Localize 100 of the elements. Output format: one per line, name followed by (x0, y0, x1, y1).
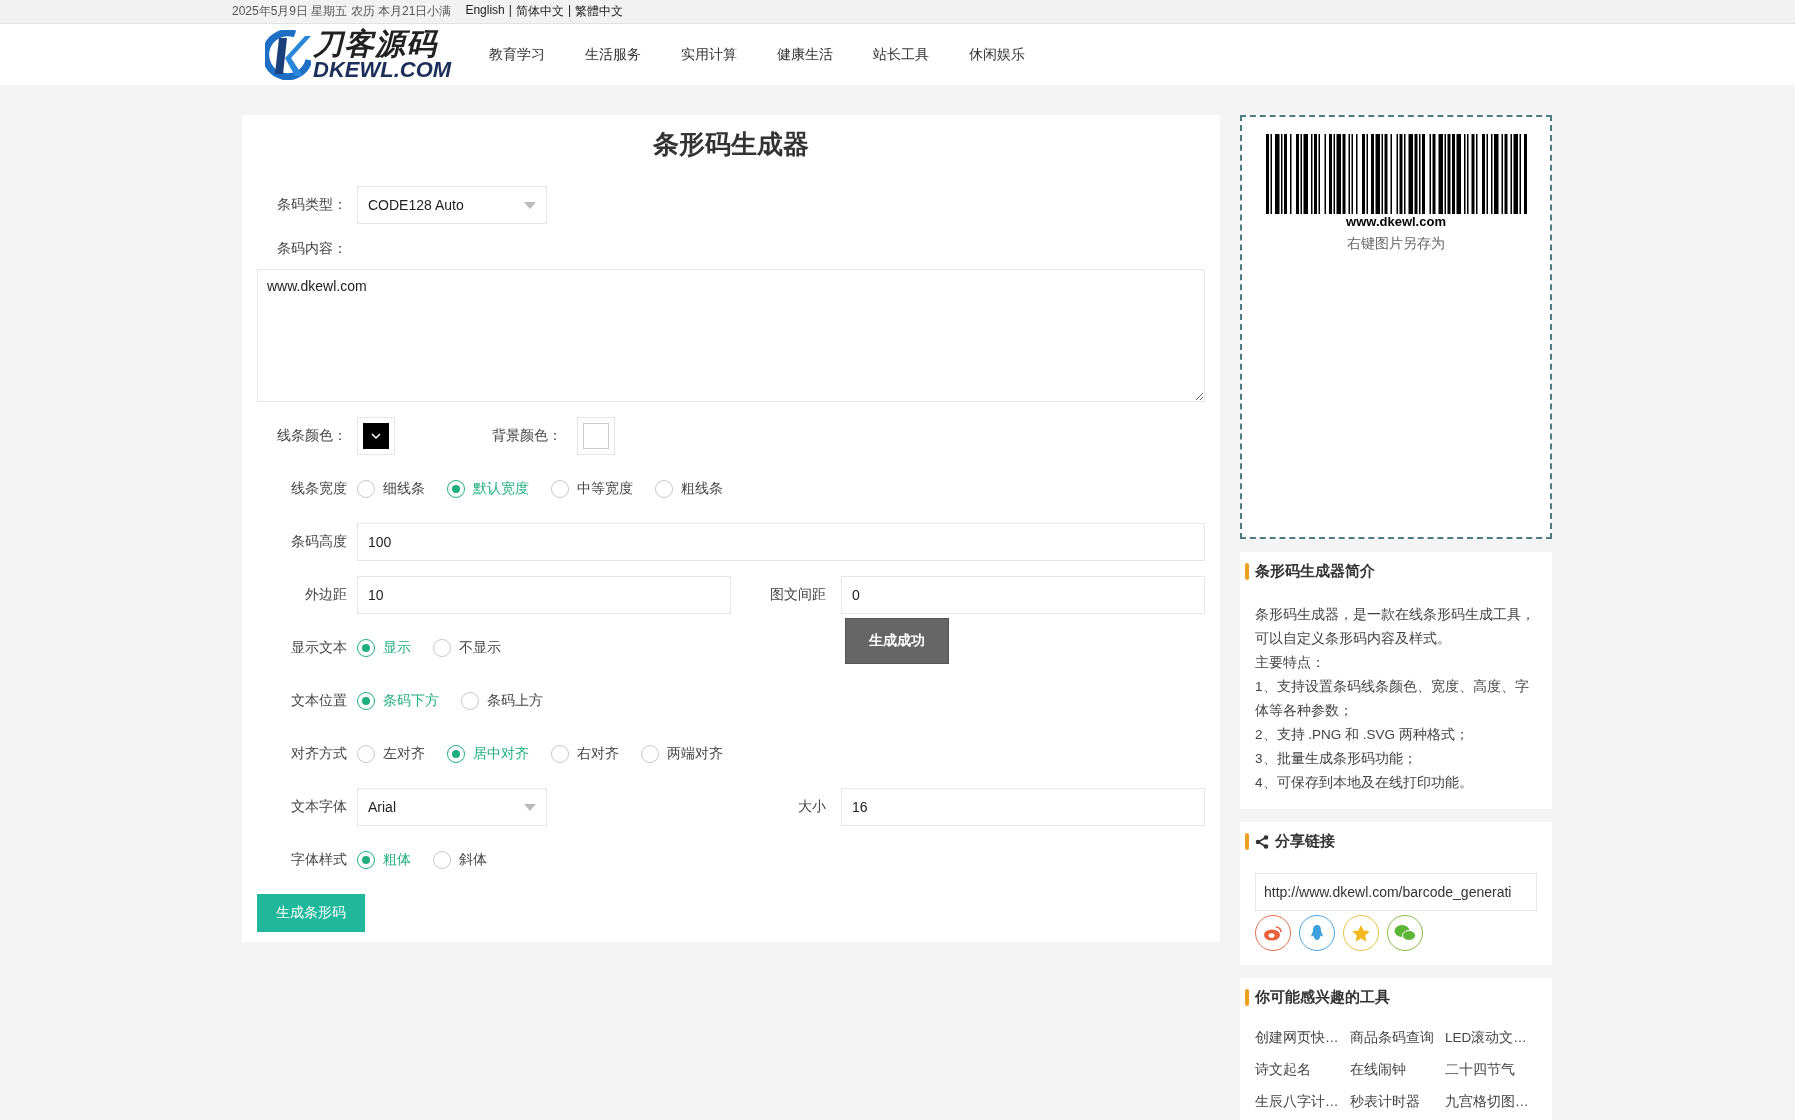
share-button[interactable] (1343, 915, 1379, 951)
section-title: 你可能感兴趣的工具 (1255, 988, 1390, 1007)
toast-message: 生成成功 (845, 618, 949, 664)
share-button[interactable] (1299, 915, 1335, 951)
page-title: 条形码生成器 (652, 128, 810, 161)
radio-button[interactable] (551, 745, 569, 763)
caret-icon (524, 803, 536, 811)
field-label: 文本字体 (290, 798, 348, 816)
tool-link[interactable]: 在线闹钟 (1350, 1061, 1445, 1079)
radio-button[interactable] (433, 639, 451, 657)
logo-domain: DKEWL.COM (313, 58, 452, 81)
tool-link[interactable]: LED滚动文… (1445, 1029, 1540, 1047)
intro-text: 3、批量生成条形码功能； (1255, 750, 1418, 768)
select-field[interactable]: CODE128 Auto (357, 186, 547, 224)
option-label: 粗体 (383, 851, 411, 869)
language-link[interactable]: 繁體中文 (575, 3, 623, 20)
url-field[interactable]: http://www.dkewl.com/barcode_generati (1255, 873, 1537, 911)
option-label: 不显示 (459, 639, 501, 657)
tool-link[interactable]: 创建网页快… (1255, 1029, 1350, 1047)
separator: | (567, 3, 571, 19)
field-label: 文本位置 (290, 692, 348, 710)
save-hint: 右键图片另存为 (1347, 235, 1445, 253)
nav-link[interactable]: 生活服务 (585, 45, 642, 64)
logo-text: 刀客源码 (313, 28, 440, 59)
intro-text: 主要特点： (1255, 654, 1326, 672)
accent-bar (1245, 989, 1249, 1006)
radio-button[interactable] (357, 745, 375, 763)
tool-link[interactable]: 秒表计时器 (1350, 1093, 1445, 1111)
language-link[interactable]: English (465, 3, 505, 20)
field-label: 条码内容： (276, 240, 348, 258)
intro-text: 4、可保存到本地及在线打印功能。 (1255, 774, 1474, 792)
option-label: 右对齐 (577, 745, 619, 763)
nav-link[interactable]: 健康生活 (777, 45, 834, 64)
penguin-icon (1309, 924, 1325, 942)
tool-link[interactable]: 九宫格切图… (1445, 1093, 1540, 1111)
language-link[interactable]: 简体中文 (515, 3, 564, 20)
field-label: 大小 (797, 798, 827, 816)
accent-bar (1245, 563, 1249, 580)
nav-link[interactable]: 休闲娱乐 (969, 45, 1026, 64)
input-field[interactable]: 100 (357, 523, 1205, 561)
color-picker[interactable] (357, 417, 395, 455)
option-label: 条码下方 (383, 692, 439, 710)
separator: | (508, 3, 512, 19)
radio-button[interactable] (447, 745, 465, 763)
radio-button[interactable] (357, 692, 375, 710)
caret-icon (524, 201, 536, 209)
tool-link[interactable]: 诗文起名 (1255, 1061, 1350, 1079)
chat-bubbles-icon (1394, 924, 1416, 942)
radio-button[interactable] (357, 480, 375, 498)
nav-link[interactable]: 站长工具 (873, 45, 930, 64)
tool-link[interactable]: 二十四节气 (1445, 1061, 1540, 1079)
share-icon (1255, 834, 1269, 849)
select-field[interactable]: Arial (357, 788, 547, 826)
input-field[interactable]: 0 (841, 576, 1205, 614)
radio-button[interactable] (641, 745, 659, 763)
input-field[interactable]: 16 (841, 788, 1205, 826)
option-label: 中等宽度 (577, 480, 633, 498)
option-label: 居中对齐 (473, 745, 529, 763)
radio-button[interactable] (447, 480, 465, 498)
logo-icon (265, 29, 311, 80)
option-label: 粗线条 (681, 480, 723, 498)
share-button[interactable] (1387, 915, 1423, 951)
radio-button[interactable] (433, 851, 451, 869)
field-label: 显示文本 (290, 639, 348, 657)
nav-link[interactable]: 教育学习 (489, 45, 546, 64)
text-area[interactable]: www.dkewl.com (257, 269, 1205, 402)
option-label: 斜体 (459, 851, 487, 869)
tool-link[interactable]: 生辰八字计… (1255, 1093, 1350, 1111)
tool-link[interactable]: 商品条码查询 (1350, 1029, 1445, 1047)
radio-button[interactable] (551, 480, 569, 498)
intro-text: 1、支持设置条码线条颜色、宽度、高度、字体等各种参数； (1255, 678, 1530, 720)
input-field[interactable]: 10 (357, 576, 731, 614)
radio-button[interactable] (357, 639, 375, 657)
section-title: 分享链接 (1275, 832, 1335, 851)
radio-button[interactable] (655, 480, 673, 498)
radio-button[interactable] (357, 851, 375, 869)
section-title: 条形码生成器简介 (1255, 562, 1375, 581)
field-label: 外边距 (304, 586, 348, 604)
weibo-icon (1263, 925, 1283, 941)
field-label: 图文间距 (769, 586, 827, 604)
field-label: 条码类型： (276, 196, 348, 214)
option-label: 默认宽度 (473, 480, 529, 498)
chevron-icon (371, 433, 381, 439)
barcode-caption: www.dkewl.com (1346, 214, 1446, 229)
option-label: 显示 (383, 639, 411, 657)
field-label: 对齐方式 (290, 745, 348, 763)
field-label: 字体样式 (290, 851, 348, 869)
intro-text: 条形码生成器，是一款在线条形码生成工具，可以自定义条形码内容及样式。 (1255, 606, 1536, 648)
field-label: 条码高度 (290, 533, 348, 551)
date-text: 2025年5月9日 星期五 农历 本月21日小满 (232, 3, 452, 20)
color-picker[interactable] (577, 417, 615, 455)
option-label: 条码上方 (487, 692, 543, 710)
radio-button[interactable] (461, 692, 479, 710)
field-label: 背景颜色： (491, 427, 563, 445)
intro-text: 2、支持 .PNG 和 .SVG 两种格式； (1255, 726, 1470, 744)
option-label: 两端对齐 (667, 745, 723, 763)
share-button[interactable] (1255, 915, 1291, 951)
nav-link[interactable]: 实用计算 (681, 45, 738, 64)
field-label: 线条颜色： (276, 427, 348, 445)
field-label: 线条宽度 (290, 480, 348, 498)
